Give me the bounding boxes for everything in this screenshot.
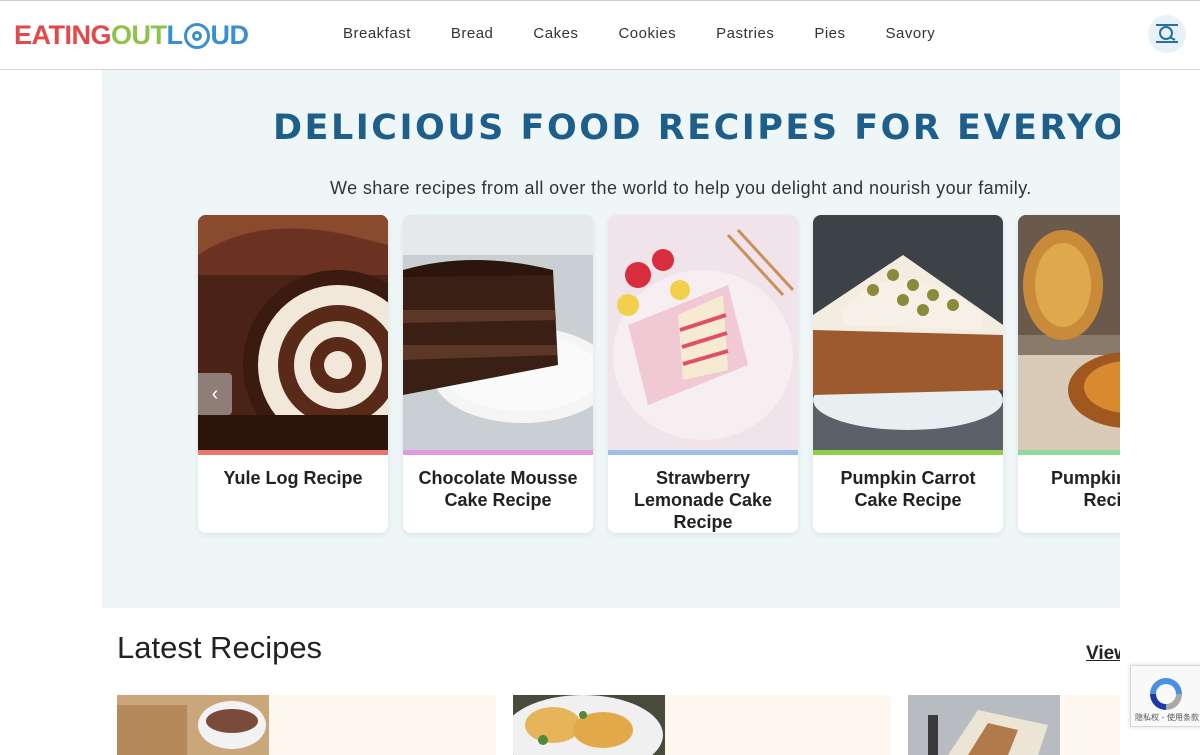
recipe-title[interactable]: Strawberry Lemonade Cake Recipe <box>608 455 798 533</box>
hero-subtitle: We share recipes from all over the world… <box>330 178 1032 198</box>
logo-text-l: L <box>166 20 184 50</box>
view-all-link[interactable]: View All <box>1086 643 1120 665</box>
latest-recipes-heading: Latest Recipes <box>117 630 323 665</box>
site-logo[interactable]: EATING OUT L UD <box>14 20 249 51</box>
recaptcha-badge[interactable]: 隐私权 - 使用条款 <box>1130 665 1200 727</box>
latest-recipe-card[interactable] <box>513 695 891 755</box>
recaptcha-links[interactable]: 隐私权 - 使用条款 <box>1133 712 1200 723</box>
carousel-prev-button[interactable]: ‹ <box>198 373 232 415</box>
site-header: EATING OUT L UD Breakfast Bread Cakes Co… <box>0 0 1200 70</box>
search-icon <box>1156 24 1178 43</box>
recipe-card[interactable]: Strawberry Lemonade Cake Recipe <box>608 215 798 533</box>
nav-item-savory[interactable]: Savory <box>866 25 956 42</box>
hero-title: DELICIOUS FOOD RECIPES FOR EVERYONE <box>273 108 1120 148</box>
latest-recipe-image[interactable] <box>513 695 665 755</box>
logo-text-out: OUT <box>111 20 167 50</box>
recipe-card[interactable]: Chocolate Mousse Cake Recipe <box>403 215 593 533</box>
nav-item-pastries[interactable]: Pastries <box>696 25 794 42</box>
nav-item-breakfast[interactable]: Breakfast <box>323 25 431 42</box>
recipe-carousel: Yule Log Recipe Chocolate Mousse Cake Re… <box>198 215 1120 533</box>
recipe-card[interactable]: Pumpkin Cake Recipe <box>1018 215 1120 533</box>
recipe-title[interactable]: Pumpkin Cake Recipe <box>1018 455 1120 511</box>
latest-recipe-card[interactable] <box>117 695 496 755</box>
nav-item-cookies[interactable]: Cookies <box>598 25 696 42</box>
latest-recipe-card[interactable] <box>908 695 1120 755</box>
recipe-title[interactable]: Chocolate Mousse Cake Recipe <box>403 455 593 511</box>
recipe-image-chocolate-mousse[interactable] <box>403 215 593 450</box>
recipe-image-pumpkin-carrot[interactable] <box>813 215 1003 450</box>
chevron-left-icon: ‹ <box>211 382 219 405</box>
recipe-title[interactable]: Yule Log Recipe <box>198 455 388 489</box>
latest-recipe-image[interactable] <box>908 695 1060 755</box>
logo-text-eating: EATING <box>14 20 112 50</box>
recipe-title[interactable]: Pumpkin Carrot Cake Recipe <box>813 455 1003 511</box>
logo-target-icon <box>183 22 210 49</box>
hero-section: DELICIOUS FOOD RECIPES FOR EVERYONE We s… <box>102 70 1120 608</box>
main-nav: Breakfast Bread Cakes Cookies Pastries P… <box>323 25 955 42</box>
logo-text-ud: UD <box>210 20 250 50</box>
search-button[interactable] <box>1148 15 1186 53</box>
nav-item-pies[interactable]: Pies <box>794 25 865 42</box>
recipe-card[interactable]: Pumpkin Carrot Cake Recipe <box>813 215 1003 533</box>
recaptcha-icon <box>1150 678 1182 710</box>
nav-item-bread[interactable]: Bread <box>431 25 514 42</box>
recipe-image-strawberry-lemonade[interactable] <box>608 215 798 450</box>
recipe-image-pumpkin-cake[interactable] <box>1018 215 1120 450</box>
latest-recipe-image[interactable] <box>117 695 269 755</box>
nav-item-cakes[interactable]: Cakes <box>513 25 598 42</box>
